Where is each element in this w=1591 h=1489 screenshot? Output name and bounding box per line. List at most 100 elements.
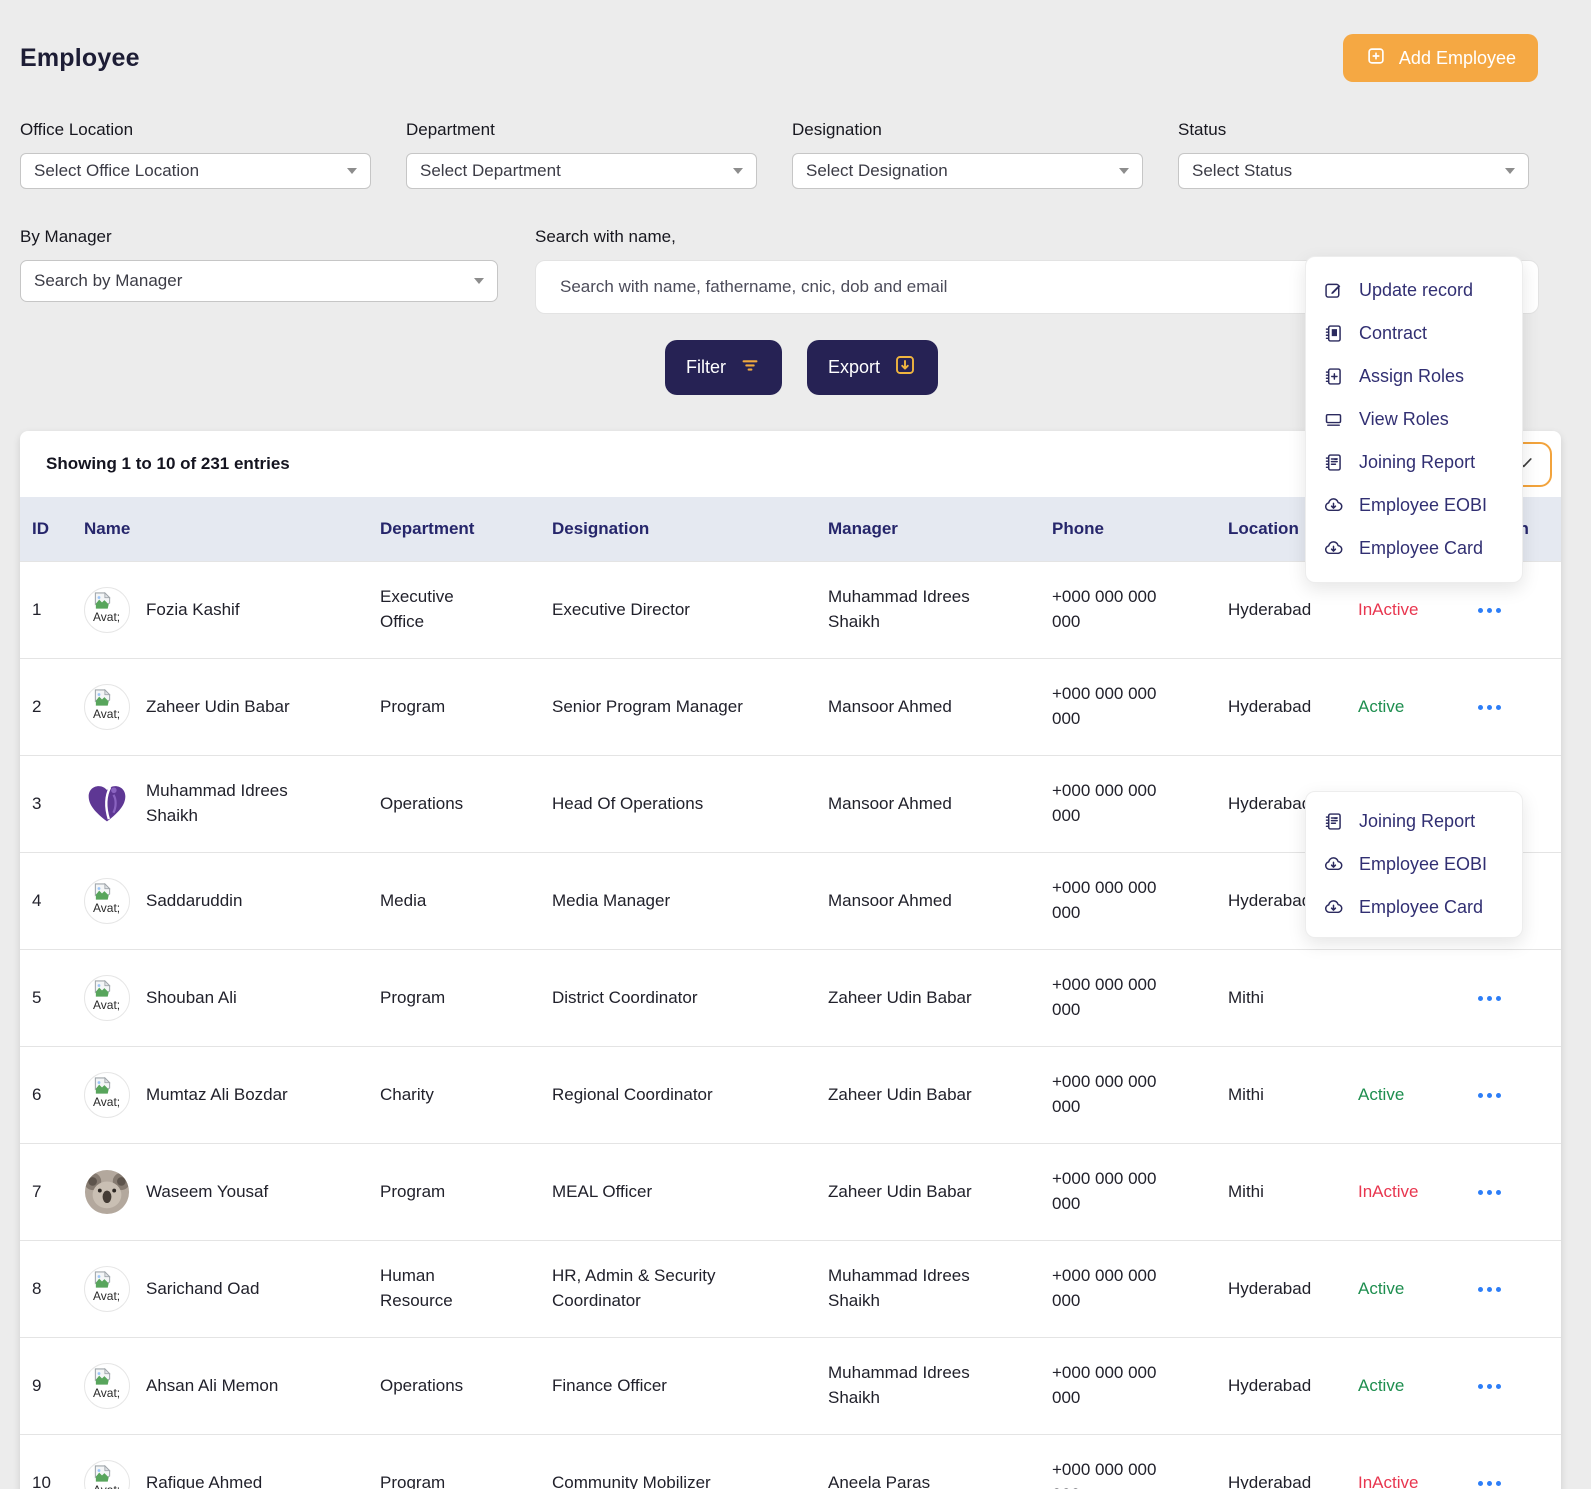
cell-id: 1 [20, 562, 72, 659]
row-actions-button[interactable] [1476, 1475, 1549, 1489]
department-select[interactable]: Select Department [406, 153, 757, 189]
row-actions-button[interactable] [1476, 1087, 1549, 1104]
add-employee-button[interactable]: Add Employee [1343, 34, 1538, 82]
caret-down-icon [1119, 168, 1129, 174]
designation-value: Select Designation [806, 161, 948, 181]
broken-image-icon [93, 1077, 112, 1096]
cell-designation: Executive Director [540, 562, 816, 659]
menu-item-joining-report[interactable]: Joining Report [1306, 441, 1522, 484]
export-button[interactable]: Export [807, 340, 938, 395]
broken-image-icon [93, 592, 112, 611]
cell-designation: Regional Coordinator [540, 1047, 816, 1144]
photo-avatar [84, 1169, 130, 1215]
office-location-select[interactable]: Select Office Location [20, 153, 371, 189]
department-label: Department [406, 120, 757, 140]
broken-image-icon [93, 689, 112, 708]
employee-name: Saddaruddin [146, 889, 242, 914]
cell-phone: +000 000 000 000 [1040, 756, 1216, 853]
employee-name: Rafique Ahmed [146, 1471, 262, 1489]
cell-manager: Zaheer Udin Babar [816, 950, 1040, 1047]
cell-id: 3 [20, 756, 72, 853]
cloud-download-icon [1323, 495, 1344, 516]
cell-designation: MEAL Officer [540, 1144, 816, 1241]
plus-square-icon [1365, 45, 1387, 72]
cell-name: Avat;Zaheer Udin Babar [72, 659, 368, 756]
menu-item-label: View Roles [1359, 409, 1449, 430]
avatar-alt-text: Avat; [93, 611, 120, 625]
cell-department: Program [368, 1435, 540, 1489]
avatar-alt-text: Avat; [93, 902, 120, 916]
cell-status: Active [1346, 1047, 1464, 1144]
cell-phone: +000 000 000 000 [1040, 1047, 1216, 1144]
cell-phone: +000 000 000 000 [1040, 1338, 1216, 1435]
row-actions-button[interactable] [1476, 1184, 1549, 1201]
menu-item-label: Assign Roles [1359, 366, 1464, 387]
cell-designation: Community Mobilizer [540, 1435, 816, 1489]
cell-manager: Muhammad Idrees Shaikh [816, 1338, 1040, 1435]
status-select[interactable]: Select Status [1178, 153, 1529, 189]
menu-item-joining-report[interactable]: Joining Report [1306, 800, 1522, 843]
cell-phone: +000 000 000 000 [1040, 1241, 1216, 1338]
menu-item-update-record[interactable]: Update record [1306, 269, 1522, 312]
table-row: 9Avat;Ahsan Ali MemonOperationsFinance O… [20, 1338, 1561, 1435]
employee-table-card: Showing 1 to 10 of 231 entries IDNameDep… [20, 431, 1561, 1489]
contract-icon [1323, 323, 1344, 344]
cell-id: 4 [20, 853, 72, 950]
broken-image-icon [93, 1465, 112, 1484]
column-header-designation: Designation [540, 497, 816, 562]
row-actions-button[interactable] [1476, 990, 1549, 1007]
cell-phone: +000 000 000 000 [1040, 1144, 1216, 1241]
status-label: Status [1178, 120, 1529, 140]
row-actions-button[interactable] [1476, 602, 1549, 619]
row-actions-menu-secondary: Joining ReportEmployee EOBIEmployee Card [1305, 791, 1523, 938]
menu-item-contract[interactable]: Contract [1306, 312, 1522, 355]
cell-designation: HR, Admin & Security Coordinator [540, 1241, 816, 1338]
cell-manager: Zaheer Udin Babar [816, 1144, 1040, 1241]
cell-phone: +000 000 000 000 [1040, 853, 1216, 950]
menu-item-employee-card[interactable]: Employee Card [1306, 886, 1522, 929]
row-actions-button[interactable] [1476, 1281, 1549, 1298]
filter-row-1: Office Location Select Office Location D… [20, 120, 1561, 189]
menu-item-employee-eobi[interactable]: Employee EOBI [1306, 843, 1522, 886]
menu-item-view-roles[interactable]: View Roles [1306, 398, 1522, 441]
cell-id: 6 [20, 1047, 72, 1144]
menu-item-employee-eobi[interactable]: Employee EOBI [1306, 484, 1522, 527]
cell-id: 9 [20, 1338, 72, 1435]
cell-department: Operations [368, 756, 540, 853]
cell-status [1346, 950, 1464, 1047]
page-title: Employee [20, 44, 140, 73]
menu-item-label: Contract [1359, 323, 1427, 344]
cell-name: Avat;Rafique Ahmed [72, 1435, 368, 1489]
cell-department: Executive Office [368, 562, 540, 659]
cell-id: 7 [20, 1144, 72, 1241]
by-manager-filter: By Manager Search by Manager [20, 227, 498, 314]
filter-lines-icon [739, 354, 761, 381]
cell-manager: Zaheer Udin Babar [816, 1047, 1040, 1144]
menu-item-employee-card[interactable]: Employee Card [1306, 527, 1522, 570]
employee-name: Fozia Kashif [146, 598, 240, 623]
status-filter: Status Select Status [1178, 120, 1529, 189]
column-header-name: Name [72, 497, 368, 562]
row-actions-button[interactable] [1476, 1378, 1549, 1395]
menu-item-label: Update record [1359, 280, 1473, 301]
broken-avatar-image: Avat; [84, 587, 130, 633]
by-manager-select[interactable]: Search by Manager [20, 260, 498, 302]
avatar-alt-text: Avat; [93, 999, 120, 1013]
row-actions-button[interactable] [1476, 699, 1549, 716]
filter-button-label: Filter [686, 357, 726, 378]
table-row: 6Avat;Mumtaz Ali BozdarCharityRegional C… [20, 1047, 1561, 1144]
add-employee-label: Add Employee [1399, 48, 1516, 69]
cell-status: Active [1346, 659, 1464, 756]
assign-roles-icon [1323, 366, 1344, 387]
office-location-value: Select Office Location [34, 161, 199, 181]
employee-name: Waseem Yousaf [146, 1180, 268, 1205]
by-manager-value: Search by Manager [34, 271, 182, 291]
menu-item-assign-roles[interactable]: Assign Roles [1306, 355, 1522, 398]
cell-name: Waseem Yousaf [72, 1144, 368, 1241]
designation-label: Designation [792, 120, 1143, 140]
status-text: Active [1358, 1376, 1404, 1395]
filter-button[interactable]: Filter [665, 340, 782, 395]
cell-department: Program [368, 950, 540, 1047]
department-value: Select Department [420, 161, 561, 181]
designation-select[interactable]: Select Designation [792, 153, 1143, 189]
